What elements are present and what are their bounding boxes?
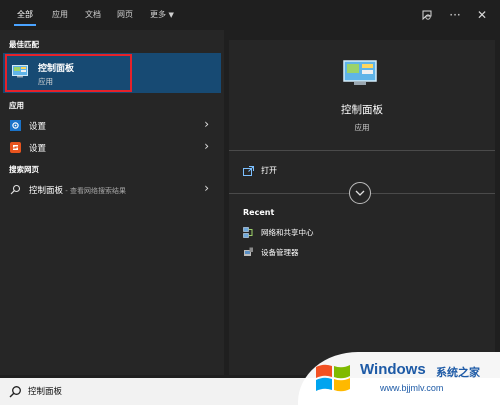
open-icon <box>243 166 254 176</box>
tab-documents[interactable]: 文档 <box>85 9 101 20</box>
web-search-label: 控制面板 - 查看网络搜索结果 <box>29 184 126 196</box>
section-web: 搜索网页 <box>9 165 39 174</box>
more-options-icon[interactable]: ··· <box>446 6 464 24</box>
open-label: 打开 <box>261 166 277 175</box>
divider <box>229 150 495 151</box>
control-panel-icon <box>12 65 28 78</box>
chevron-right-icon[interactable]: › <box>204 117 209 131</box>
list-item-settings-app[interactable]: 设置 › <box>3 137 221 157</box>
network-icon <box>243 227 253 238</box>
watermark-title: Windows <box>360 361 426 378</box>
detail-pane: 控制面板 应用 打开 Recent 网络和共享中心 设备管理器 <box>229 40 495 375</box>
feedback-icon[interactable] <box>418 6 436 24</box>
recent-item-network[interactable]: 网络和共享中心 <box>243 226 443 240</box>
web-search-query: 控制面板 <box>29 186 64 196</box>
results-pane: 最佳匹配 控制面板 应用 应用 设置 › 设置 › 搜索网页 控制面板 - 查看… <box>0 30 224 375</box>
tab-apps[interactable]: 应用 <box>52 9 68 20</box>
chevron-down-icon: ▼ <box>168 11 174 19</box>
device-manager-icon <box>244 247 253 256</box>
web-search-suffix: - 查看网络搜索结果 <box>63 187 126 195</box>
watermark-cn: 系统之家 <box>436 366 480 379</box>
search-input[interactable] <box>28 383 288 399</box>
tab-more[interactable]: 更多 ▼ <box>150 9 174 20</box>
search-tab-bar: 全部 应用 文档 网页 更多 ▼ ··· ✕ <box>0 0 500 30</box>
chevron-down-icon <box>355 190 365 196</box>
search-icon <box>9 386 21 398</box>
section-apps: 应用 <box>9 101 24 110</box>
app-icon <box>10 142 21 153</box>
active-tab-indicator <box>14 24 36 26</box>
settings-icon <box>10 120 21 131</box>
section-best-match: 最佳匹配 <box>9 40 39 49</box>
close-icon[interactable]: ✕ <box>473 6 491 24</box>
best-match-subtitle: 应用 <box>38 77 53 86</box>
list-item-settings[interactable]: 设置 › <box>3 115 221 135</box>
tab-web[interactable]: 网页 <box>117 9 133 20</box>
detail-title: 控制面板 <box>341 104 383 116</box>
list-item-web-search[interactable]: 控制面板 - 查看网络搜索结果 › <box>3 179 221 199</box>
watermark-url: www.bjjmlv.com <box>380 383 444 393</box>
best-match-title: 控制面板 <box>38 64 75 74</box>
recent-item-device-manager[interactable]: 设备管理器 <box>243 246 443 260</box>
watermark: Windows 系统之家 www.bjjmlv.com <box>298 352 500 405</box>
recent-item-label: 网络和共享中心 <box>261 228 314 237</box>
chevron-right-icon[interactable]: › <box>204 181 209 195</box>
tab-more-label: 更多 <box>150 10 166 19</box>
tab-all[interactable]: 全部 <box>17 9 33 20</box>
recent-item-label: 设备管理器 <box>261 248 299 257</box>
expand-button[interactable] <box>349 182 371 204</box>
detail-subtitle: 应用 <box>354 123 370 132</box>
control-panel-large-icon <box>343 60 377 85</box>
list-item-label: 设置 <box>29 144 47 154</box>
chevron-right-icon[interactable]: › <box>204 139 209 153</box>
windows-logo-icon <box>316 364 350 392</box>
best-match-item[interactable] <box>3 53 221 93</box>
recent-heading: Recent <box>243 208 275 217</box>
list-item-label: 设置 <box>29 122 47 132</box>
search-icon <box>10 184 21 195</box>
